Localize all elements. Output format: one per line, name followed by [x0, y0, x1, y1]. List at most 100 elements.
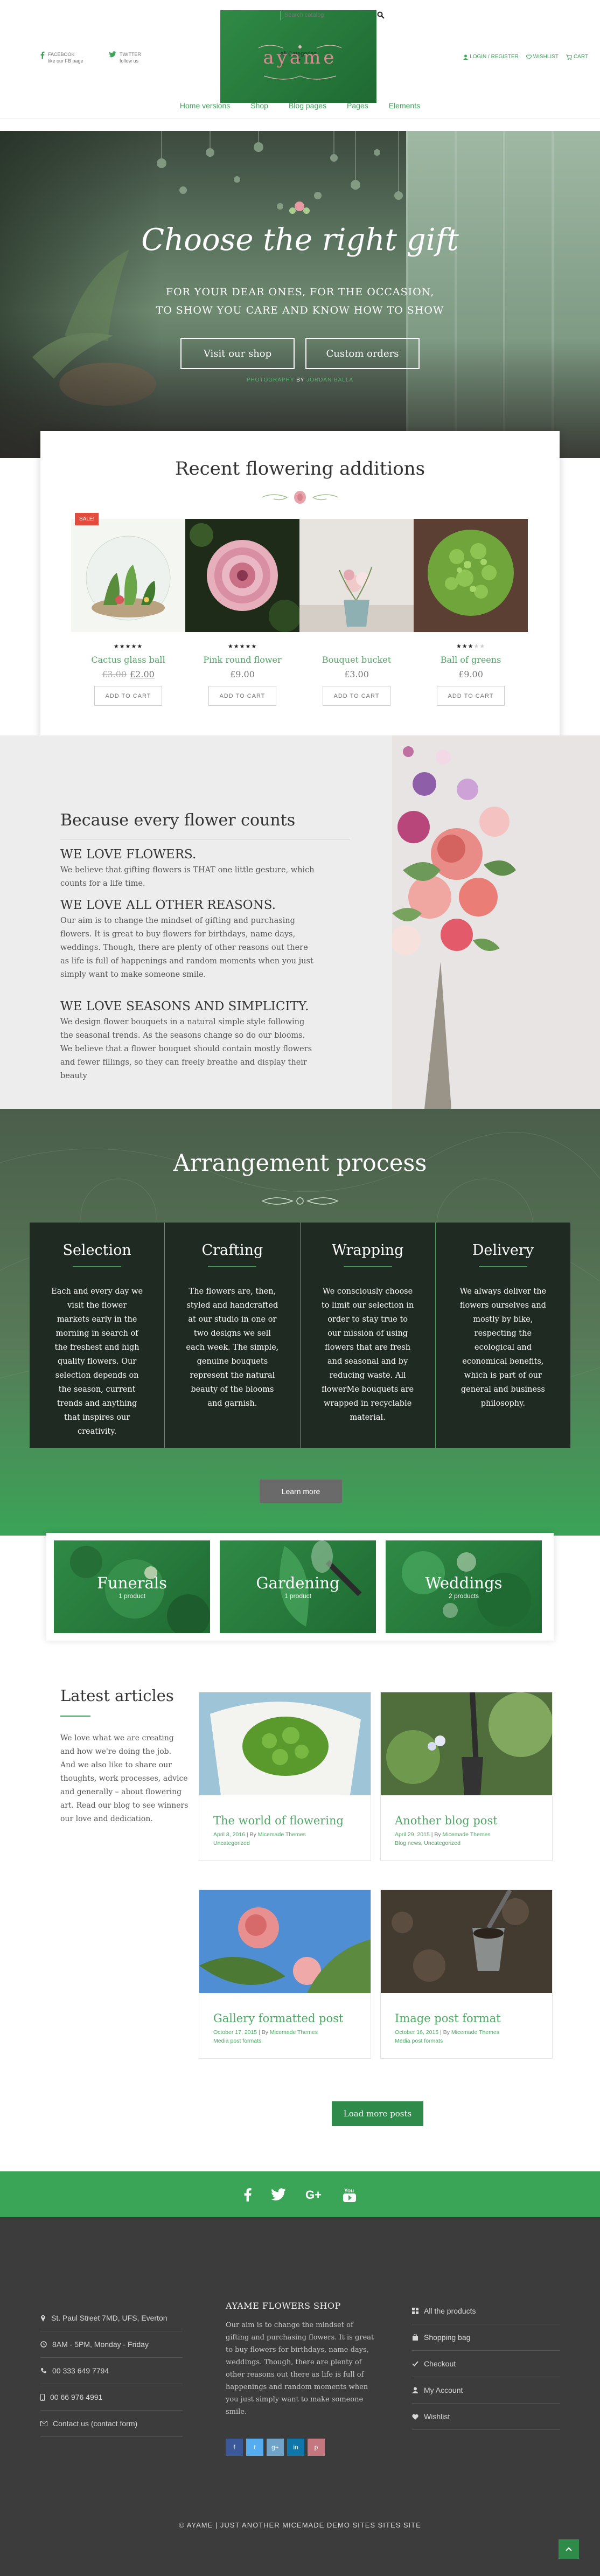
login-link[interactable]: LOGIN / REGISTER [463, 54, 519, 60]
facebook-link[interactable]: FACEBOOK like our FB page [40, 51, 83, 64]
product-image[interactable] [71, 519, 185, 632]
by-label: By [434, 1831, 441, 1838]
post-title[interactable]: Gallery formatted post [213, 2012, 371, 2025]
blog-post-card[interactable]: Another blog post April 29, 2015 | By Mi… [380, 1692, 553, 1861]
articles-intro-text: We love what we are creating and how we'… [60, 1734, 189, 1823]
post-image[interactable] [199, 1890, 371, 1993]
category-tile[interactable]: Funerals 1 product [54, 1540, 210, 1633]
product-name[interactable]: Cactus glass ball [71, 655, 185, 665]
nav-item-elements[interactable]: Elements [389, 101, 420, 110]
twitter-icon[interactable]: t [246, 2439, 263, 2456]
footer-link[interactable]: Wishlist [412, 2404, 560, 2430]
post-date[interactable]: April 29, 2015 [395, 1831, 430, 1838]
product-image[interactable] [185, 519, 299, 632]
nav-item-blog[interactable]: Blog pages [289, 101, 326, 110]
wishlist-link[interactable]: WISHLIST [526, 54, 559, 60]
youtube-icon[interactable]: You [343, 2187, 356, 2202]
contact-item[interactable]: Contact us (contact form) [40, 2411, 183, 2437]
scroll-to-top-button[interactable] [559, 2539, 579, 2559]
facebook-icon[interactable] [244, 2188, 252, 2202]
cart-link[interactable]: CART [566, 54, 588, 60]
post-image[interactable] [381, 1692, 552, 1795]
google-plus-icon[interactable]: G+ [305, 2188, 324, 2201]
add-to-cart-button[interactable]: ADD TO CART [323, 686, 390, 706]
learn-more-button[interactable]: Learn more [260, 1480, 342, 1503]
add-to-cart-button[interactable]: ADD TO CART [437, 686, 505, 706]
product-image[interactable] [299, 519, 414, 632]
linkedin-icon[interactable]: in [287, 2439, 304, 2456]
load-more-button[interactable]: Load more posts [332, 2101, 423, 2126]
post-categories[interactable]: Uncategorized [213, 1840, 250, 1846]
post-date[interactable]: April 8, 2016 [213, 1831, 245, 1838]
footer-link[interactable]: Checkout [412, 2351, 560, 2377]
social-bar: G+ You [0, 2171, 600, 2217]
about-block-heading: WE LOVE ALL OTHER REASONS. [60, 898, 276, 912]
product-image[interactable] [414, 519, 528, 632]
copyright: © AYAME | JUST ANOTHER MICEMADE DEMO SIT… [179, 2521, 421, 2529]
category-tile[interactable]: Gardening 1 product [220, 1540, 376, 1633]
footer-about-title: AYAME FLOWERS SHOP [226, 2301, 341, 2311]
post-author[interactable]: Micemade Themes [270, 2029, 318, 2036]
about-block-heading: WE LOVE SEASONS AND SIMPLICITY. [60, 999, 309, 1013]
login-label: LOGIN / REGISTER [470, 54, 519, 60]
blog-post-card[interactable]: Gallery formatted post October 17, 2015 … [199, 1890, 371, 2059]
top-bar: All Categories [0, 0, 600, 103]
twitter-icon[interactable] [271, 2188, 286, 2201]
add-to-cart-button[interactable]: ADD TO CART [208, 686, 276, 706]
post-meta: October 17, 2015 | By Micemade Themes Med… [213, 2029, 318, 2044]
post-title[interactable]: Another blog post [395, 1814, 552, 1827]
category-tile[interactable]: Weddings 2 products [386, 1540, 542, 1633]
product-card[interactable]: ★★★★★ Ball of greens £9.00 ADD TO CART [414, 519, 528, 706]
post-image[interactable] [381, 1890, 552, 1993]
post-categories[interactable]: Media post formats [213, 2038, 261, 2044]
post-author[interactable]: Micemade Themes [451, 2029, 499, 2036]
post-date[interactable]: October 17, 2015 [213, 2029, 257, 2036]
post-categories[interactable]: Blog news, Uncategorized [395, 1840, 461, 1846]
post-image[interactable] [199, 1692, 371, 1795]
facebook-icon[interactable]: f [226, 2439, 243, 2456]
star-icon: ★ [227, 643, 234, 650]
visit-shop-button[interactable]: Visit our shop [180, 338, 295, 369]
footer-link[interactable]: Shopping bag [412, 2324, 560, 2351]
custom-orders-button[interactable]: Custom orders [305, 338, 420, 369]
credit-name[interactable]: JORDAN BALLA [306, 377, 353, 383]
post-categories[interactable]: Media post formats [395, 2038, 443, 2044]
category-name: Gardening [256, 1574, 340, 1592]
add-to-cart-button[interactable]: ADD TO CART [94, 686, 162, 706]
search-icon[interactable] [377, 11, 385, 19]
product-name[interactable]: Ball of greens [414, 655, 528, 665]
nav-item-pages[interactable]: Pages [347, 101, 368, 110]
by-label: By [249, 1831, 256, 1838]
nav-item-shop[interactable]: Shop [250, 101, 268, 110]
chevron-up-icon [566, 2547, 572, 2551]
google-plus-icon[interactable]: g+ [267, 2439, 284, 2456]
divider [208, 1266, 257, 1267]
post-title[interactable]: Image post format [395, 2012, 552, 2025]
product-card[interactable]: ★★★★★ Pink round flower £9.00 ADD TO CAR… [185, 519, 299, 706]
search-input[interactable] [284, 12, 381, 18]
product-name[interactable]: Pink round flower [185, 655, 299, 665]
nav-item-home[interactable]: Home versions [180, 101, 230, 110]
post-author[interactable]: Micemade Themes [258, 1831, 306, 1838]
wishlist-label: WISHLIST [533, 54, 559, 60]
product-price: £3.00 £2.00 [71, 669, 185, 679]
step-title: Delivery [472, 1242, 534, 1259]
twitter-link[interactable]: TWITTER follow us [109, 51, 141, 64]
blog-post-card[interactable]: The world of flowering April 8, 2016 | B… [199, 1692, 371, 1861]
blog-post-card[interactable]: Image post format October 16, 2015 | By … [380, 1890, 553, 2059]
product-card[interactable]: SALE! ★★★★★ Cactus glass ball £3.00 £2.00… [71, 513, 185, 706]
step-text: The flowers are, then, styled and handcr… [186, 1287, 279, 1408]
footer-link[interactable]: My Account [412, 2377, 560, 2404]
post-date[interactable]: October 16, 2015 [395, 2029, 438, 2036]
step-title: Wrapping [331, 1242, 404, 1259]
footer-link[interactable]: All the products [412, 2298, 560, 2324]
post-title[interactable]: The world of flowering [213, 1814, 371, 1827]
star-icon: ★ [137, 643, 143, 650]
site-logo[interactable]: ayame [253, 43, 347, 81]
product-card[interactable]: Bouquet bucket £3.00 ADD TO CART [299, 519, 414, 706]
hero-subtitle-line-2: TO SHOW YOU CARE AND KNOW HOW TO SHOW [156, 304, 444, 316]
post-author[interactable]: Micemade Themes [443, 1831, 491, 1838]
pinterest-icon[interactable]: p [308, 2439, 325, 2456]
rating-stars: ★★★★★ [414, 643, 528, 650]
product-name[interactable]: Bouquet bucket [299, 655, 414, 665]
